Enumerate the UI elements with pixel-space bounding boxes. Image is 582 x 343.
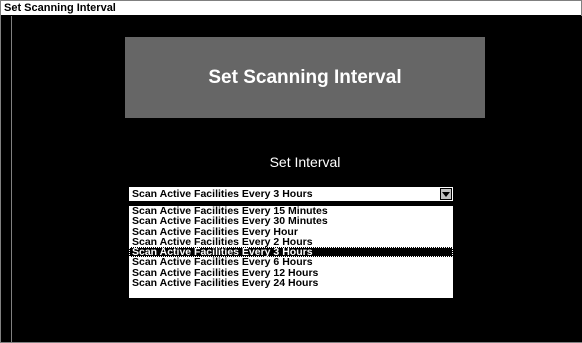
banner-title: Set Scanning Interval <box>208 66 402 88</box>
chevron-down-icon <box>442 191 450 197</box>
interval-option[interactable]: Scan Active Facilities Every 24 Hours <box>129 278 453 289</box>
interval-selected-value: Scan Active Facilities Every 3 Hours <box>132 188 313 200</box>
header-banner: Set Scanning Interval <box>125 37 485 118</box>
interval-options-list[interactable]: Scan Active Facilities Every 15 Minutes … <box>128 205 454 299</box>
interval-dropdown[interactable]: Scan Active Facilities Every 3 Hours <box>128 186 454 202</box>
window-title: Set Scanning Interval <box>4 2 116 14</box>
interval-label: Set Interval <box>269 154 341 170</box>
dropdown-button[interactable] <box>440 188 452 200</box>
title-bar[interactable]: Set Scanning Interval <box>1 1 581 15</box>
